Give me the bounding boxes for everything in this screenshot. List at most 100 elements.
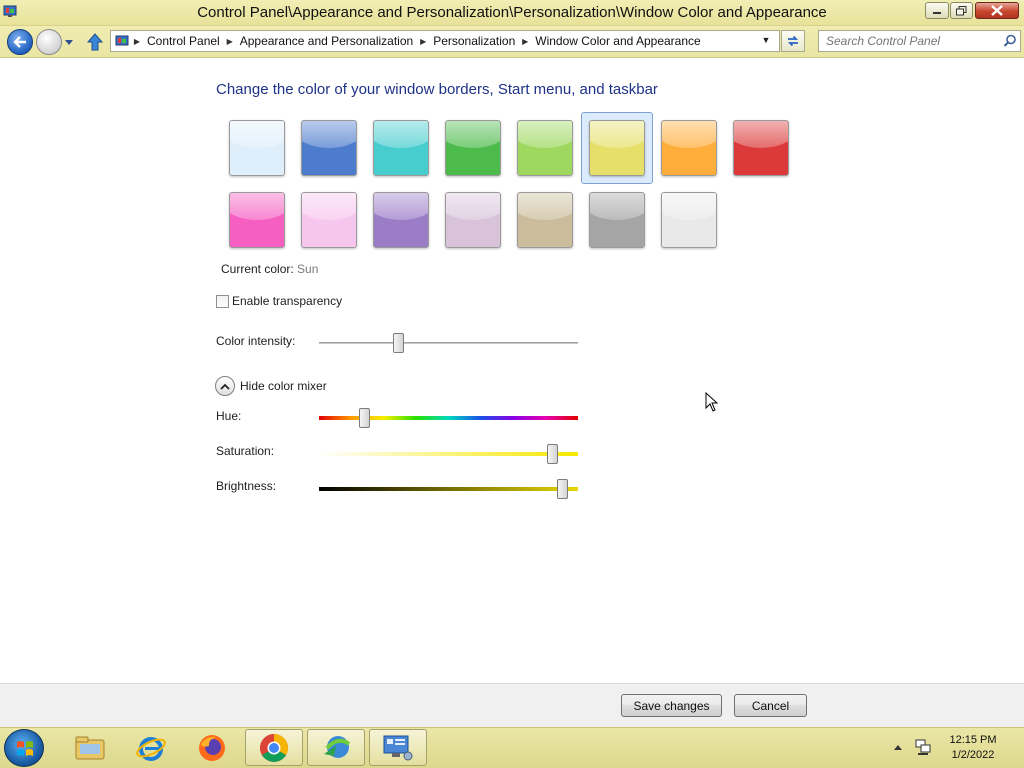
search-input[interactable] bbox=[819, 31, 999, 51]
transparency-option[interactable]: Enable transparency bbox=[216, 294, 342, 308]
close-button[interactable] bbox=[975, 2, 1019, 19]
recent-pages-dropdown-icon[interactable] bbox=[64, 37, 74, 47]
chevron-right-icon[interactable]: ▶ bbox=[415, 37, 431, 46]
color-swatch[interactable] bbox=[365, 112, 437, 184]
color-swatch-tile[interactable] bbox=[661, 192, 717, 248]
saturation-slider-thumb[interactable] bbox=[547, 444, 559, 464]
swatch-gloss bbox=[230, 121, 284, 148]
chevron-right-icon[interactable]: ▶ bbox=[517, 37, 533, 46]
color-swatch-tile[interactable] bbox=[661, 120, 717, 176]
hue-label: Hue: bbox=[216, 409, 242, 423]
swatch-gloss bbox=[230, 193, 284, 220]
address-history-dropdown-icon[interactable]: ▼ bbox=[758, 35, 774, 47]
color-swatch[interactable] bbox=[581, 112, 653, 184]
color-swatch-tile[interactable] bbox=[445, 120, 501, 176]
taskbar-download-manager[interactable] bbox=[307, 729, 365, 766]
color-swatch[interactable] bbox=[221, 112, 293, 184]
taskbar-chrome[interactable] bbox=[245, 729, 303, 766]
chevron-right-icon[interactable]: ▶ bbox=[222, 37, 238, 46]
color-swatch[interactable] bbox=[221, 184, 293, 256]
refresh-button[interactable] bbox=[781, 30, 805, 52]
hide-color-mixer-label[interactable]: Hide color mixer bbox=[240, 379, 327, 393]
color-swatch[interactable] bbox=[509, 184, 581, 256]
refresh-icon bbox=[787, 35, 799, 47]
breadcrumb-appearance-personalization[interactable]: Appearance and Personalization bbox=[238, 34, 415, 48]
internet-explorer-icon bbox=[136, 736, 166, 761]
color-swatch-tile[interactable] bbox=[373, 120, 429, 176]
color-swatch[interactable] bbox=[437, 112, 509, 184]
chrome-icon bbox=[260, 733, 288, 762]
color-swatch[interactable] bbox=[437, 184, 509, 256]
swatch-gloss bbox=[734, 121, 788, 148]
download-manager-icon bbox=[324, 735, 351, 758]
intensity-slider-track[interactable] bbox=[319, 342, 578, 344]
transparency-checkbox[interactable] bbox=[216, 294, 229, 308]
taskbar-internet-explorer[interactable] bbox=[122, 729, 180, 766]
color-swatch-tile[interactable] bbox=[733, 120, 789, 176]
chevron-up-icon[interactable] bbox=[215, 376, 235, 396]
color-swatch[interactable] bbox=[725, 112, 797, 184]
search-icon[interactable] bbox=[1003, 34, 1017, 48]
control-panel-location-icon bbox=[115, 35, 129, 45]
swatch-gloss bbox=[590, 121, 644, 148]
restore-button[interactable] bbox=[950, 2, 973, 19]
control-panel-icon bbox=[383, 735, 413, 760]
save-changes-button[interactable]: Save changes bbox=[621, 694, 722, 717]
hide-color-mixer-toggle[interactable]: Hide color mixer bbox=[215, 376, 327, 396]
windows-logo-icon bbox=[17, 741, 33, 756]
swatch-gloss bbox=[662, 121, 716, 148]
color-swatch[interactable] bbox=[581, 184, 653, 256]
brightness-slider-thumb[interactable] bbox=[557, 479, 569, 499]
show-hidden-icons-icon[interactable] bbox=[893, 743, 903, 751]
swatch-gloss bbox=[374, 121, 428, 148]
brightness-slider-track[interactable] bbox=[319, 487, 578, 491]
color-swatch-tile[interactable] bbox=[373, 192, 429, 248]
color-swatch-tile[interactable] bbox=[589, 192, 645, 248]
transparency-label[interactable]: Enable transparency bbox=[232, 294, 342, 308]
color-swatch[interactable] bbox=[293, 112, 365, 184]
brightness-label: Brightness: bbox=[216, 479, 277, 493]
minimize-button[interactable] bbox=[925, 2, 949, 19]
page-heading: Change the color of your window borders,… bbox=[216, 81, 658, 98]
taskbar-firefox[interactable] bbox=[183, 729, 241, 766]
start-button[interactable] bbox=[4, 729, 44, 767]
clock-date: 1/2/2022 bbox=[951, 749, 995, 761]
hue-slider-track[interactable] bbox=[319, 416, 578, 420]
color-swatch[interactable] bbox=[653, 112, 725, 184]
color-swatch[interactable] bbox=[653, 184, 725, 256]
mouse-pointer-icon bbox=[705, 392, 719, 412]
breadcrumb-window-color[interactable]: Window Color and Appearance bbox=[533, 34, 702, 48]
color-swatch[interactable] bbox=[509, 112, 581, 184]
search-box[interactable] bbox=[818, 30, 1021, 52]
hue-slider-thumb[interactable] bbox=[358, 408, 370, 428]
chevron-right-icon[interactable]: ▶ bbox=[129, 37, 145, 46]
swatch-gloss bbox=[302, 121, 356, 148]
current-color-value: Sun bbox=[297, 262, 319, 276]
color-swatch-tile[interactable] bbox=[301, 120, 357, 176]
color-swatch-tile[interactable] bbox=[229, 192, 285, 248]
network-icon[interactable] bbox=[914, 738, 932, 756]
swatch-gloss bbox=[446, 121, 500, 148]
cancel-button[interactable]: Cancel bbox=[734, 694, 807, 717]
breadcrumb-personalization[interactable]: Personalization bbox=[431, 34, 517, 48]
color-swatch-tile[interactable] bbox=[517, 192, 573, 248]
color-swatch-tile[interactable] bbox=[229, 120, 285, 176]
color-swatch-tile[interactable] bbox=[445, 192, 501, 248]
address-breadcrumb[interactable]: ▶ Control Panel ▶ Appearance and Persona… bbox=[110, 30, 780, 52]
taskbar-file-explorer[interactable] bbox=[61, 729, 119, 766]
forward-button[interactable] bbox=[36, 29, 62, 55]
color-swatch-tile[interactable] bbox=[589, 120, 645, 176]
swatch-gloss bbox=[590, 193, 644, 220]
breadcrumb-control-panel[interactable]: Control Panel bbox=[145, 34, 222, 48]
color-swatch[interactable] bbox=[293, 184, 365, 256]
file-explorer-icon bbox=[75, 736, 105, 759]
taskbar-control-panel[interactable] bbox=[369, 729, 427, 766]
color-swatch[interactable] bbox=[365, 184, 437, 256]
intensity-slider-thumb[interactable] bbox=[393, 333, 405, 353]
color-swatch-tile[interactable] bbox=[301, 192, 357, 248]
taskbar-clock[interactable]: 12:15 PM 1/2/2022 bbox=[938, 733, 1008, 763]
up-arrow-icon[interactable] bbox=[86, 32, 104, 52]
back-button[interactable] bbox=[7, 29, 33, 55]
color-swatch-tile[interactable] bbox=[517, 120, 573, 176]
saturation-slider-track[interactable] bbox=[319, 452, 578, 456]
